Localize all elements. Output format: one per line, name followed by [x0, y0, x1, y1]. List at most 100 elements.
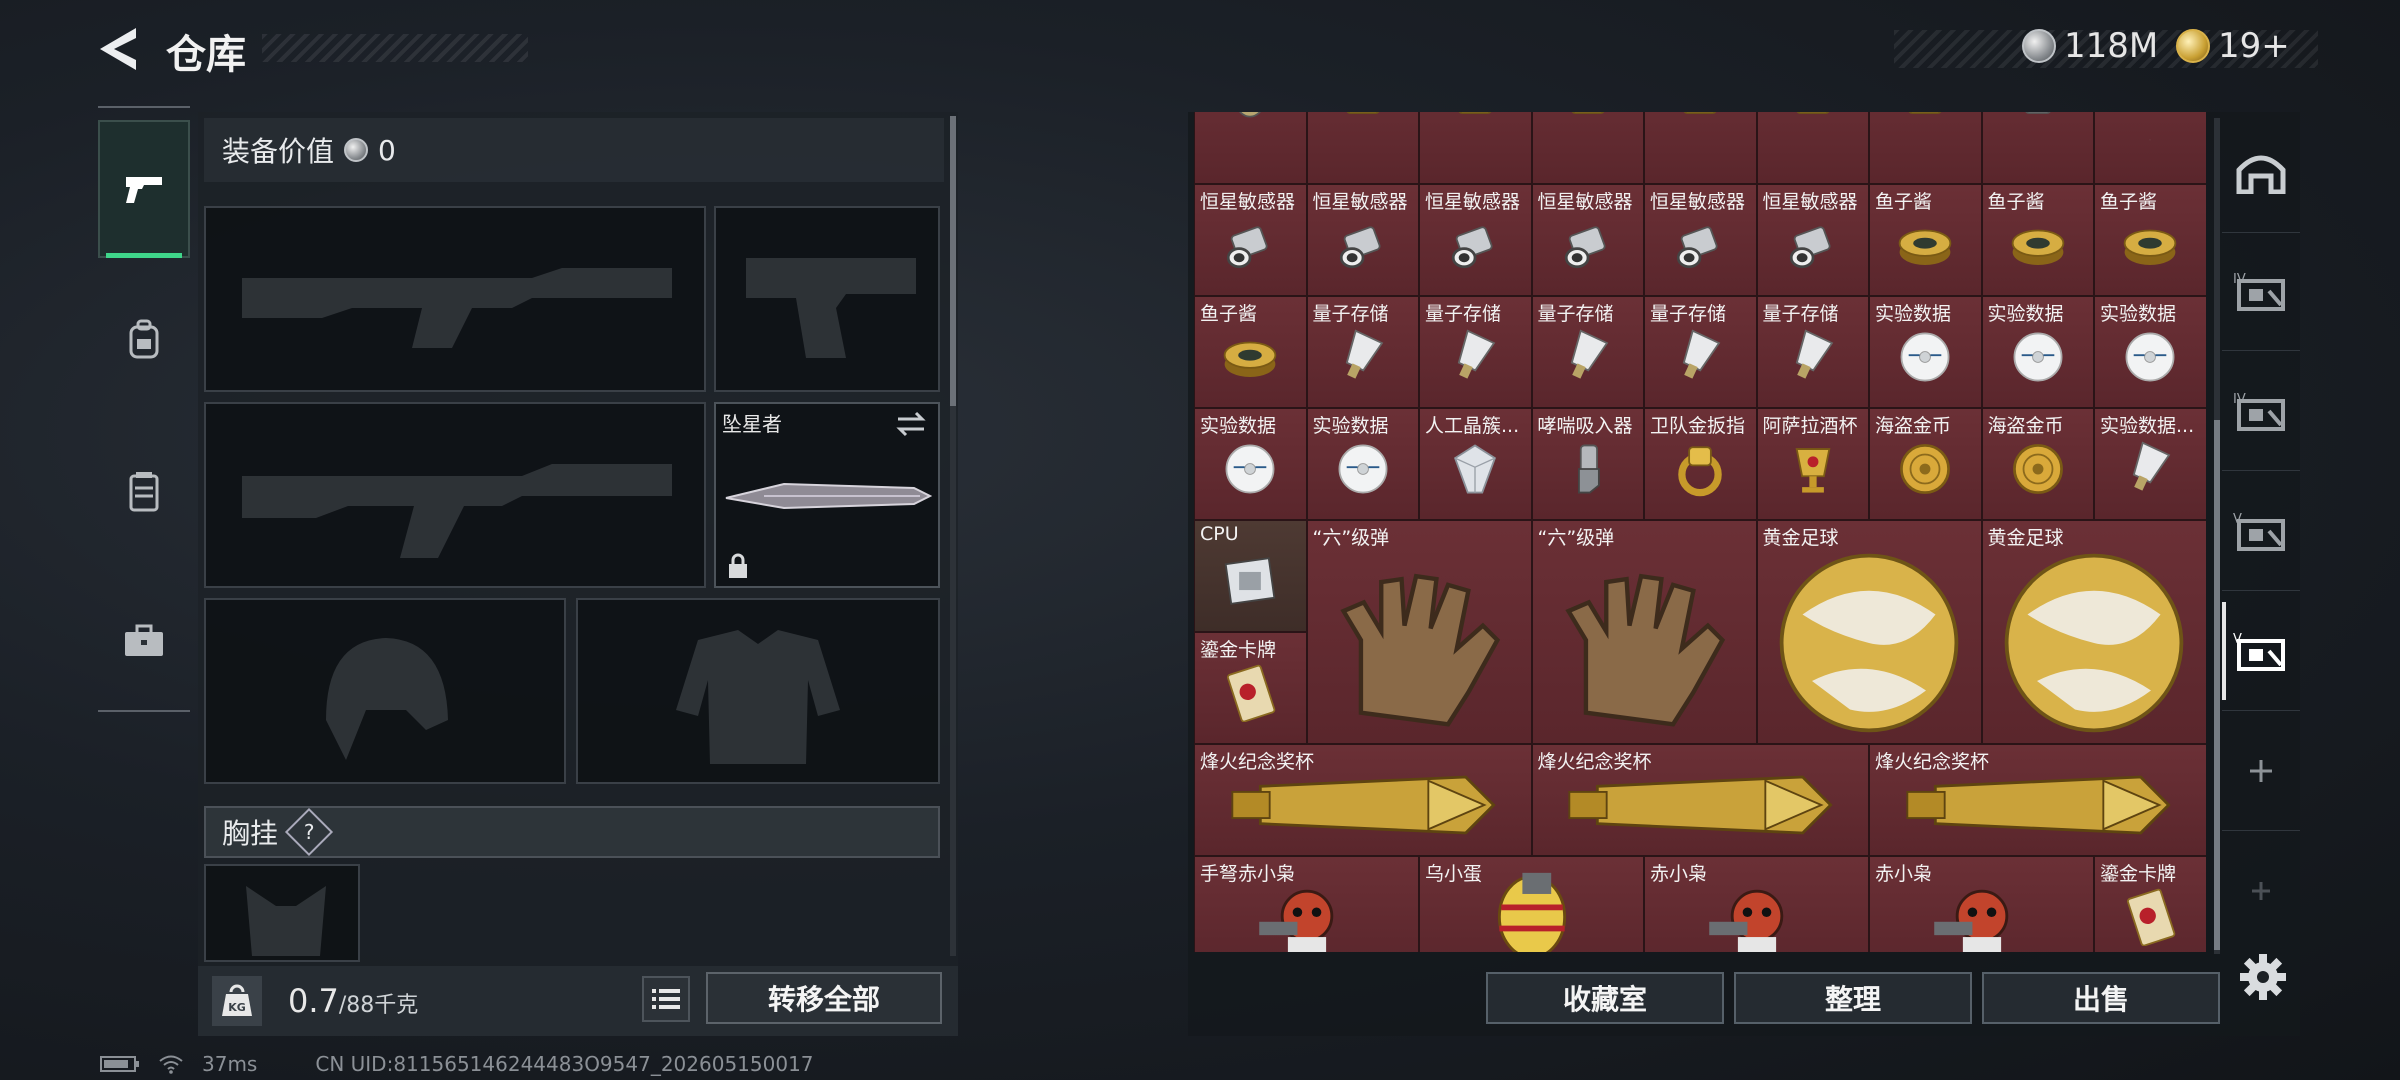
warehouse-item-ball[interactable]: 黄金足球	[1981, 520, 2206, 744]
warehouse-item-doll[interactable]: 手弩赤小枭	[1194, 856, 1419, 952]
silver-coin-icon	[2022, 29, 2056, 63]
sidearm-slot[interactable]	[714, 206, 940, 392]
expansion-case-tab-2[interactable]: IV	[2222, 352, 2300, 471]
warehouse-item-disc[interactable]: 实验数据	[1869, 296, 1982, 408]
primary-weapon-slot[interactable]	[204, 206, 706, 392]
helmet-slot[interactable]	[204, 598, 566, 784]
warehouse-item-doll[interactable]: 赤小枭	[1869, 856, 2094, 952]
warehouse-item-egg[interactable]: 乌小蛋	[1419, 856, 1644, 952]
warehouse-item-usb[interactable]: 量子存储	[1756, 296, 1869, 408]
warehouse-main-tab[interactable]	[2222, 112, 2300, 233]
doll-icon	[1697, 874, 1817, 952]
list-view-button[interactable]	[642, 976, 690, 1022]
silver-item-icon	[2150, 125, 2151, 144]
settings-gear-icon[interactable]	[2238, 952, 2288, 1002]
chest-rig-slot[interactable]	[204, 864, 360, 962]
warehouse-item-ring[interactable]: 卫队金扳指	[1644, 408, 1757, 520]
warehouse-item-gold-item[interactable]	[1644, 112, 1757, 184]
back-arrow-icon[interactable]	[96, 24, 140, 74]
sell-button[interactable]: 出售	[1982, 972, 2220, 1024]
help-icon[interactable]: ?	[284, 807, 334, 857]
warehouse-item-sensor[interactable]: 恒星敏感器	[1756, 184, 1869, 296]
collection-room-button[interactable]: 收藏室	[1486, 972, 1724, 1024]
warehouse-item-compass[interactable]	[1194, 112, 1307, 184]
warehouse-item-trophy[interactable]: 烽火纪念奖杯	[1869, 744, 2206, 856]
warehouse-item-doll[interactable]: 赤小枭	[1644, 856, 1869, 952]
warehouse-item-usb[interactable]: 量子存储	[1644, 296, 1757, 408]
warehouse-item-ball[interactable]: 黄金足球	[1756, 520, 1982, 744]
item-label: “六”级弹	[1312, 527, 1390, 549]
warehouse-item-card[interactable]: 鎏金卡牌	[2094, 856, 2206, 952]
warehouse-scroll-thumb[interactable]	[2214, 420, 2220, 950]
warehouse-item-silver-item[interactable]	[1981, 112, 2094, 184]
cpu-icon	[1221, 552, 1279, 614]
expansion-case-icon: IV	[2233, 392, 2285, 431]
equipment-scroll-thumb[interactable]	[950, 116, 956, 406]
warehouse-item-sensor[interactable]: 恒星敏感器	[1306, 184, 1419, 296]
warehouse-item-card[interactable]: 鎏金卡牌	[1194, 632, 1307, 744]
chest-rig-label: 胸挂	[222, 817, 279, 850]
warehouse-item-coin[interactable]: 海盗金币	[1869, 408, 1982, 520]
weight-icon-text: KG	[228, 1001, 246, 1014]
item-label: 恒星敏感器	[1650, 191, 1746, 213]
warehouse-item-trophy[interactable]: 烽火纪念奖杯	[1194, 744, 1532, 856]
warehouse-item-crystal[interactable]: 人工晶簇...	[1419, 408, 1532, 520]
pistol-silhouette-icon	[746, 258, 916, 358]
rig-silhouette-icon	[246, 886, 326, 956]
warehouse-item-gold-item[interactable]	[1419, 112, 1532, 184]
warehouse-item-gold-item[interactable]	[1531, 112, 1644, 184]
warehouse-item-gold-item[interactable]	[1869, 112, 1982, 184]
warehouse-item-glove[interactable]: “六”级弹	[1306, 520, 1532, 744]
warehouse-item-caviar[interactable]: 鱼子酱	[2094, 184, 2206, 296]
help-icon-text: ?	[303, 820, 315, 844]
armor-slot[interactable]	[576, 598, 940, 784]
warehouse-item-inhaler[interactable]: 哮喘吸入器	[1531, 408, 1644, 520]
warehouse-item-silver-item[interactable]	[2094, 112, 2206, 184]
status-bar: 37ms CN UID:811565146244483O9547_2026051…	[100, 1052, 814, 1076]
melee-slot[interactable]: 坠星者	[714, 402, 940, 588]
disc-icon	[2009, 328, 2067, 390]
warehouse-item-caviar[interactable]: 鱼子酱	[1981, 184, 2094, 296]
gold-item-icon	[1333, 112, 1393, 126]
warehouse-item-usb[interactable]: 量子存储	[1419, 296, 1532, 408]
expansion-case-tab-4[interactable]: V	[2222, 592, 2300, 711]
warehouse-item-usb[interactable]: 实验数据...	[2094, 408, 2206, 520]
expansion-case-tab-1[interactable]: IV	[2222, 232, 2300, 351]
secondary-weapon-slot[interactable]	[204, 402, 706, 588]
warehouse-item-coin[interactable]: 海盗金币	[1981, 408, 2094, 520]
transfer-all-button[interactable]: 转移全部	[706, 972, 942, 1024]
rail-vest-tab[interactable]	[98, 422, 190, 560]
warehouse-item-caviar[interactable]: 鱼子酱	[1194, 296, 1307, 408]
warehouse-item-disc[interactable]: 实验数据	[2094, 296, 2206, 408]
disc-icon	[1334, 440, 1392, 502]
warehouse-item-trophy[interactable]: 烽火纪念奖杯	[1531, 744, 1869, 856]
warehouse-item-gold-item[interactable]	[1756, 112, 1869, 184]
rail-backpack-tab[interactable]	[98, 270, 190, 408]
warehouse-item-disc[interactable]: 实验数据	[1306, 408, 1419, 520]
warehouse-item-caviar[interactable]: 鱼子酱	[1869, 184, 1982, 296]
warehouse-item-disc[interactable]: 实验数据	[1194, 408, 1307, 520]
sort-button[interactable]: 整理	[1734, 972, 1972, 1024]
expansion-case-tab-3[interactable]: V	[2222, 472, 2300, 591]
warehouse-item-sensor[interactable]: 恒星敏感器	[1644, 184, 1757, 296]
expansion-case-icon: IV	[2233, 272, 2285, 311]
warehouse-item-cup[interactable]: 阿萨拉酒杯	[1756, 408, 1869, 520]
gold-item-icon	[1445, 112, 1505, 126]
warehouse-item-usb[interactable]: 量子存储	[1306, 296, 1419, 408]
warehouse-item-gold-item[interactable]	[1306, 112, 1419, 184]
warehouse-item-usb[interactable]: 量子存储	[1531, 296, 1644, 408]
warehouse-item-sensor[interactable]: 恒星敏感器	[1531, 184, 1644, 296]
rail-weapons-tab[interactable]	[98, 120, 190, 258]
warehouse-item-cpu[interactable]: CPU	[1194, 520, 1307, 632]
warehouse-item-glove[interactable]: “六”级弹	[1531, 520, 1757, 744]
currency-gold[interactable]: 19+	[2176, 26, 2290, 66]
add-expansion-tab[interactable]	[2222, 712, 2300, 831]
warehouse-item-sensor[interactable]: 恒星敏感器	[1419, 184, 1532, 296]
currency-gold-value: 19+	[2218, 26, 2290, 66]
item-label: 鎏金卡牌	[2100, 863, 2177, 885]
swap-icon[interactable]	[894, 410, 928, 438]
warehouse-item-sensor[interactable]: 恒星敏感器	[1194, 184, 1307, 296]
warehouse-item-disc[interactable]: 实验数据	[1981, 296, 2094, 408]
weight-max: /88千克	[338, 993, 419, 1018]
rail-case-tab[interactable]	[98, 572, 190, 710]
